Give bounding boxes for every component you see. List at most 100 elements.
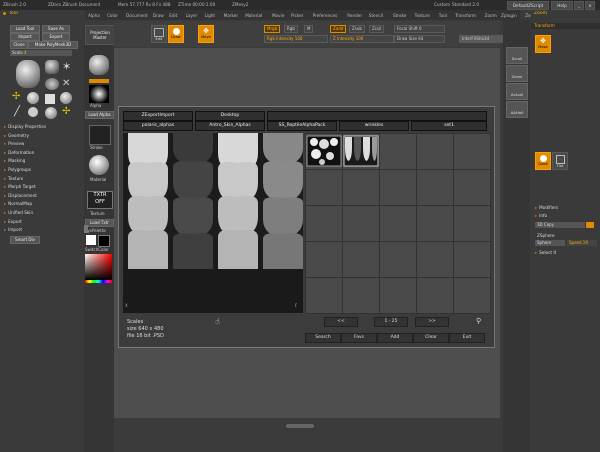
- secondary-color-swatch[interactable]: [98, 235, 110, 247]
- folder-reptile-alpha-pack[interactable]: SS_ReptileAlphaPack: [267, 121, 337, 131]
- menu-zplugin[interactable]: Zplugin: [501, 13, 517, 18]
- menu-picker[interactable]: Picker: [291, 13, 303, 18]
- rgb-intensity-slider[interactable]: Rgb Intensity 100: [264, 35, 328, 43]
- menu-render[interactable]: Render: [347, 13, 362, 18]
- grid-cell[interactable]: [416, 169, 454, 206]
- zadd-button[interactable]: Zadd: [330, 25, 347, 33]
- defaultscript-button[interactable]: DefaultZScript: [507, 1, 549, 10]
- folder-antro-skin-alphas[interactable]: Antro_Skin_Alphas: [195, 121, 265, 131]
- next-page-button[interactable]: >>: [415, 317, 449, 327]
- tool-menu-masking[interactable]: Masking: [4, 158, 25, 163]
- stroke-thumbnail[interactable]: [89, 125, 111, 145]
- mrgb-button[interactable]: Mrgb: [264, 25, 281, 33]
- grid-cell[interactable]: [416, 133, 454, 170]
- alpha-thumbnail[interactable]: [89, 85, 109, 103]
- texture-off-thumbnail[interactable]: TXTR OFF: [87, 191, 113, 209]
- zsphere-tool-icon[interactable]: ✕: [62, 78, 74, 90]
- hue-slider[interactable]: [85, 280, 112, 283]
- cube-tool-thumbnail[interactable]: [45, 94, 55, 104]
- grid-cell[interactable]: [453, 205, 491, 242]
- tool-menu-polygroups[interactable]: Polygroups: [4, 167, 31, 172]
- plus-tool-icon[interactable]: ✢: [12, 92, 22, 102]
- grid-cell[interactable]: [453, 277, 491, 314]
- tool-menu-export[interactable]: Export: [4, 219, 22, 224]
- grid-cell[interactable]: [416, 277, 454, 314]
- scale-slider[interactable]: Scale 4: [10, 50, 72, 56]
- grid-cell[interactable]: [379, 133, 417, 170]
- menu-alpha[interactable]: Alpha: [88, 13, 100, 18]
- menu-stencil[interactable]: Stencil: [369, 13, 383, 18]
- import-button[interactable]: Import: [10, 33, 40, 41]
- tool-menu-geometry[interactable]: Geometry: [4, 133, 29, 138]
- sphere-tool-thumbnail[interactable]: [45, 60, 59, 74]
- flat-render-button[interactable]: Flat: [552, 152, 568, 170]
- scroll-button[interactable]: Scroll: [506, 47, 528, 64]
- grid-cell[interactable]: [305, 205, 343, 242]
- menu-tool[interactable]: Tool: [439, 13, 447, 18]
- edit-mode-button[interactable]: Edit: [151, 25, 167, 43]
- plus2-tool-icon[interactable]: ✢: [62, 107, 72, 117]
- speed-slider[interactable]: Speed 19: [567, 240, 597, 246]
- grid-cell[interactable]: [379, 241, 417, 278]
- pin-icon[interactable]: ⚲: [476, 317, 481, 325]
- color-picker[interactable]: [85, 254, 112, 280]
- grid-cell[interactable]: [453, 169, 491, 206]
- rgb-button[interactable]: Rgb: [284, 25, 298, 33]
- folder-polaris-alphas[interactable]: polaris_alphas: [123, 121, 193, 131]
- grid-cell[interactable]: [305, 169, 343, 206]
- grid-cell[interactable]: [342, 205, 380, 242]
- search-button[interactable]: Search: [305, 333, 341, 343]
- z-intensity-slider[interactable]: Z Intensity 100: [330, 35, 394, 43]
- load-tool-button[interactable]: Load Tool: [10, 25, 40, 33]
- prev-page-button[interactable]: <<: [324, 317, 358, 327]
- tab-empty[interactable]: [267, 111, 487, 121]
- stick-tool-icon[interactable]: ╱: [14, 107, 24, 117]
- 3d-copy-toggle[interactable]: [586, 222, 594, 228]
- select-it-menu[interactable]: Select It: [535, 250, 556, 255]
- main-color-swatch[interactable]: [86, 235, 96, 245]
- draw-mode-button[interactable]: Draw: [168, 25, 184, 43]
- menu-layer[interactable]: Layer: [186, 13, 198, 18]
- export-button[interactable]: Export: [42, 33, 70, 41]
- exit-button[interactable]: Exit: [449, 333, 485, 343]
- tool-menu-normalmap[interactable]: NormalMap: [4, 201, 32, 206]
- grid-cell[interactable]: [342, 133, 380, 170]
- m-button[interactable]: M: [304, 25, 314, 33]
- tool-menu-display-properties[interactable]: Display Properties: [4, 124, 46, 129]
- save-as-button[interactable]: Save As: [42, 25, 70, 33]
- clone-button[interactable]: Clone: [10, 41, 28, 49]
- ring-tool-thumbnail[interactable]: [28, 107, 38, 117]
- actual-button[interactable]: Actual: [506, 83, 528, 100]
- current-tool-thumbnail[interactable]: [89, 55, 109, 75]
- grid-cell[interactable]: [305, 241, 343, 278]
- grid-cell[interactable]: [416, 241, 454, 278]
- standard-label[interactable]: Standard 2.0: [452, 2, 479, 7]
- menu-document[interactable]: Document: [126, 13, 148, 18]
- modifiers-menu[interactable]: Modifiers: [535, 205, 558, 210]
- folder-set1[interactable]: set1: [411, 121, 487, 131]
- quick-render-button[interactable]: Quick: [535, 152, 551, 170]
- folder-wrinkles[interactable]: wrinkles: [339, 121, 409, 131]
- move-mode-button[interactable]: ✥ Move: [198, 25, 214, 43]
- menu-movie[interactable]: Movie: [272, 13, 284, 18]
- grid-cell[interactable]: [342, 241, 380, 278]
- tool-menu-preview[interactable]: Preview: [4, 141, 24, 146]
- zcut-button[interactable]: Zcut: [369, 25, 385, 33]
- grid-cell[interactable]: [453, 133, 491, 170]
- grid-cell[interactable]: [305, 133, 343, 170]
- menu-color[interactable]: Color: [107, 13, 118, 18]
- grid-cell[interactable]: [379, 277, 417, 314]
- favs-button[interactable]: Favs: [341, 333, 377, 343]
- menu-edit[interactable]: Edit: [169, 13, 177, 18]
- sphere2-tool-thumbnail[interactable]: [60, 92, 72, 104]
- menu-material[interactable]: Material: [245, 13, 262, 18]
- grid-cell[interactable]: [305, 277, 343, 314]
- transform-move-button[interactable]: ✥ Move: [535, 35, 551, 53]
- menu-stroke[interactable]: Stroke: [393, 13, 406, 18]
- focal-shift-slider[interactable]: Focal Shift 0: [394, 25, 445, 33]
- sphere3-tool-thumbnail[interactable]: [45, 107, 57, 119]
- menu-preferences[interactable]: Preferences: [313, 13, 338, 18]
- transform-header[interactable]: Transform: [531, 23, 600, 29]
- clear-button[interactable]: Clear: [413, 333, 449, 343]
- material-thumbnail[interactable]: [89, 155, 109, 175]
